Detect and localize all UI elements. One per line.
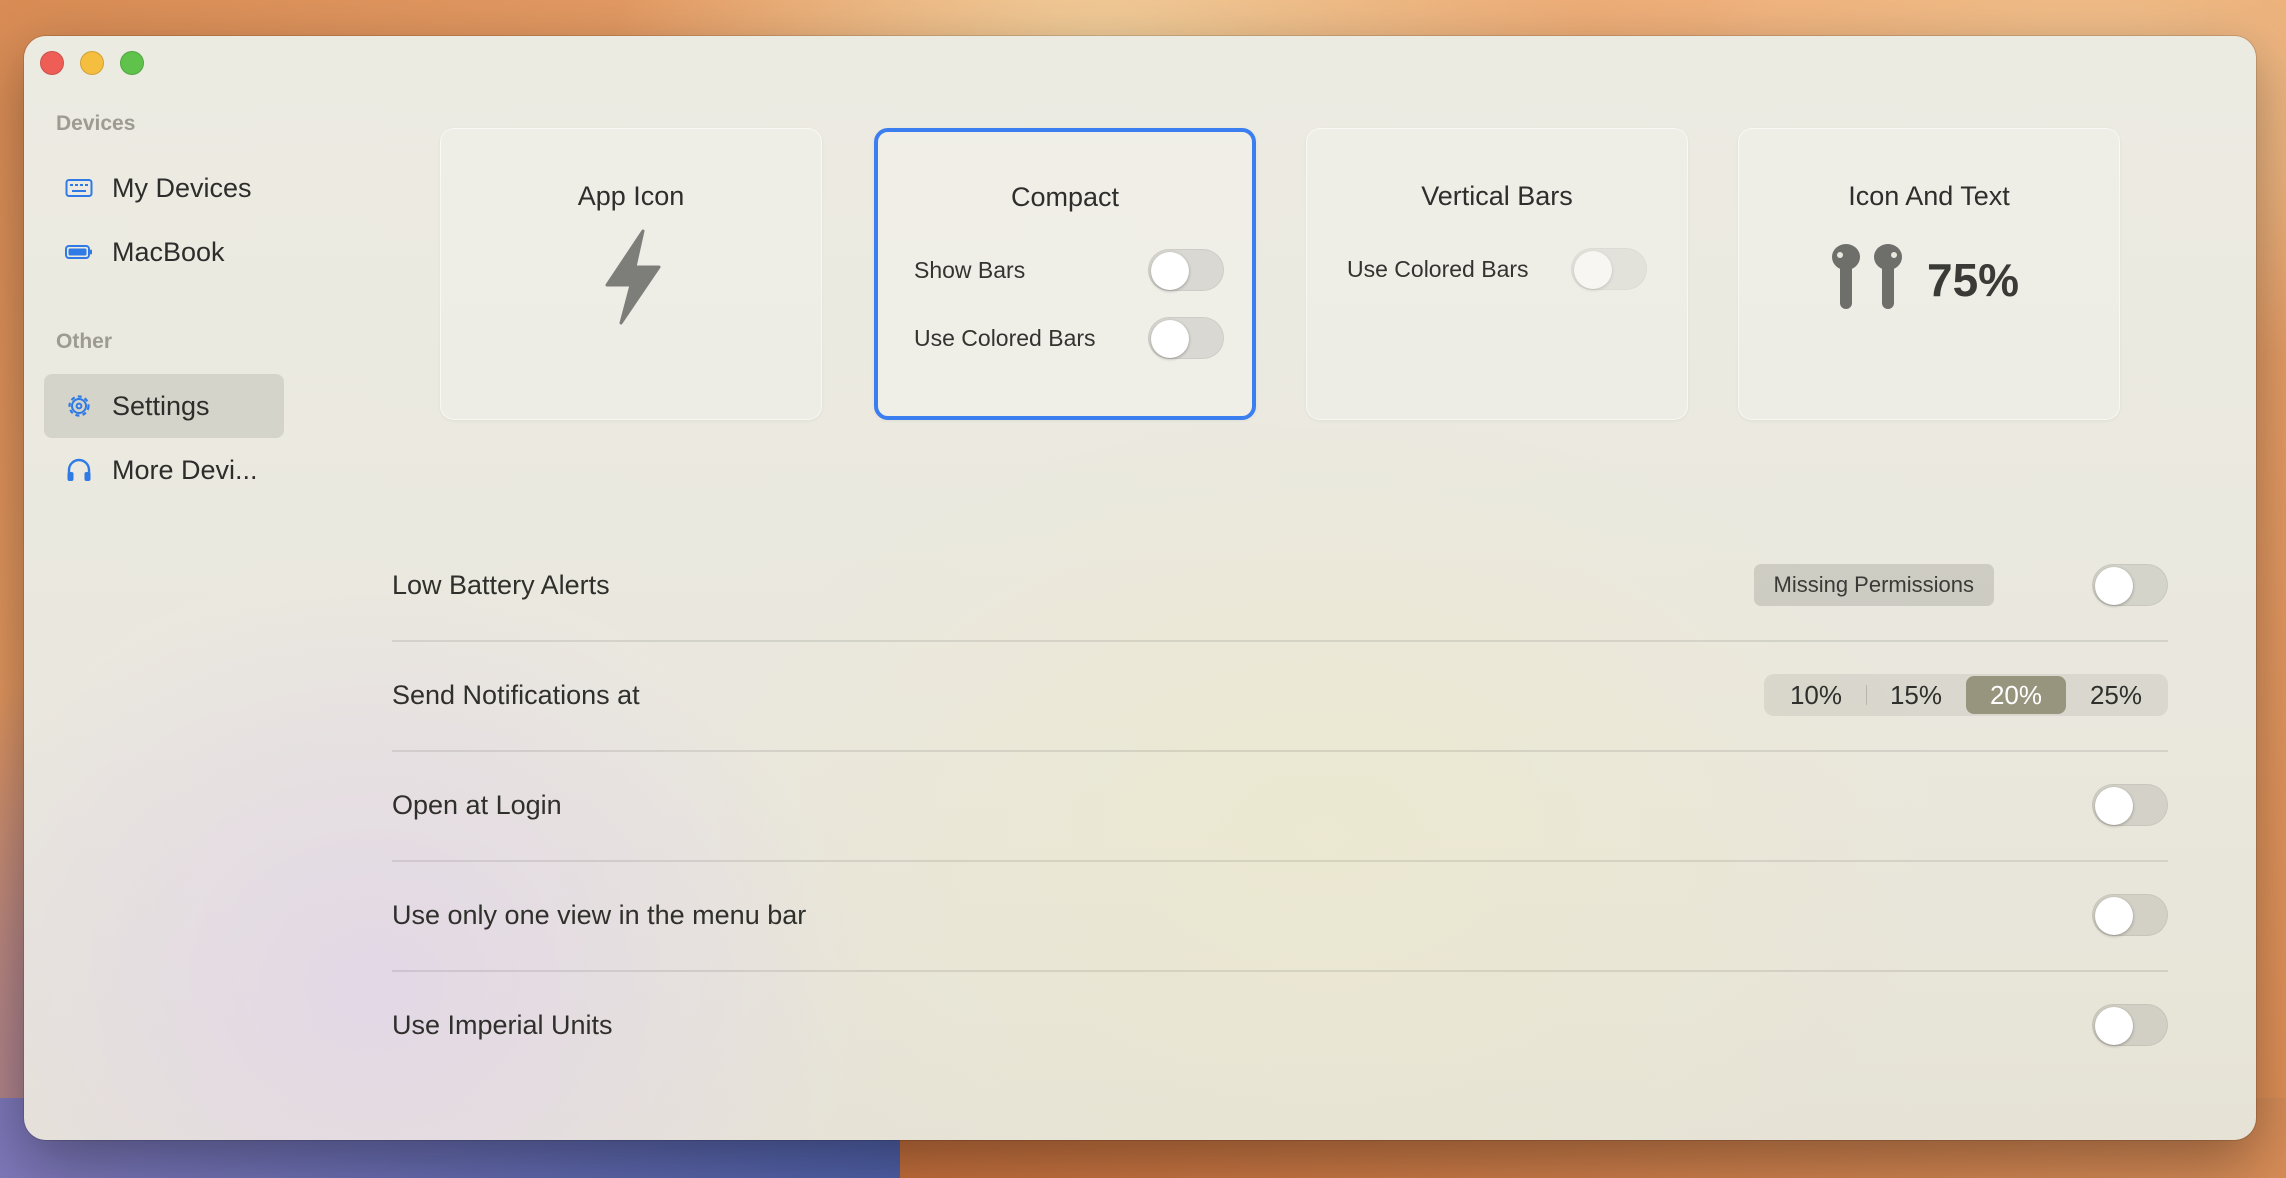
- sidebar-section-title: Devices: [56, 112, 136, 135]
- card-option-row: Show Bars: [914, 248, 1224, 292]
- sidebar-item-macbook[interactable]: MacBook: [44, 220, 284, 284]
- option-label: Show Bars: [914, 256, 1026, 283]
- vertical-colored-bars-toggle[interactable]: [1571, 248, 1647, 290]
- low-battery-alerts-toggle[interactable]: [2092, 564, 2168, 606]
- missing-permissions-badge[interactable]: Missing Permissions: [1753, 564, 1994, 606]
- setting-row-open-at-login: Open at Login: [392, 750, 2168, 860]
- app-window: Devices My Devices MacBook Other Setting…: [24, 36, 2256, 1140]
- setting-label: Use only one view in the menu bar: [392, 899, 807, 930]
- battery-percent-text: 75%: [1927, 253, 2020, 306]
- sidebar-item-label: MacBook: [112, 236, 225, 267]
- segment-10-percent[interactable]: 10%: [1766, 676, 1866, 714]
- setting-row-imperial-units: Use Imperial Units: [392, 970, 2168, 1080]
- one-view-menu-bar-toggle[interactable]: [2092, 894, 2168, 936]
- lightning-bolt-icon: [597, 227, 669, 332]
- card-title: Vertical Bars: [1421, 181, 1573, 211]
- card-title: App Icon: [577, 181, 685, 211]
- keyboard-icon: [64, 173, 94, 203]
- sidebar-item-label: Settings: [112, 390, 210, 421]
- airpods-icon: [1829, 241, 1905, 318]
- setting-row-one-view: Use only one view in the menu bar: [392, 860, 2168, 970]
- use-colored-bars-toggle[interactable]: [1148, 317, 1224, 359]
- option-label: Use Colored Bars: [1347, 255, 1529, 282]
- setting-label: Low Battery Alerts: [392, 569, 610, 600]
- battery-icon: [64, 237, 94, 267]
- sidebar-item-settings[interactable]: Settings: [44, 374, 284, 438]
- notification-threshold-segmented-control: 10% 15% 20% 25%: [1764, 674, 2168, 716]
- style-card-icon-and-text[interactable]: Icon And Text 75%: [1738, 128, 2120, 420]
- setting-controls: Missing Permissions: [1753, 564, 2168, 606]
- style-card-app-icon[interactable]: App Icon: [440, 128, 822, 420]
- imperial-units-toggle[interactable]: [2092, 1004, 2168, 1046]
- open-at-login-toggle[interactable]: [2092, 784, 2168, 826]
- headphones-icon: [64, 455, 94, 485]
- setting-row-send-notifications: Send Notifications at 10% 15% 20% 25%: [392, 640, 2168, 750]
- show-bars-toggle[interactable]: [1148, 249, 1224, 291]
- segment-15-percent[interactable]: 15%: [1866, 676, 1966, 714]
- setting-label: Send Notifications at: [392, 679, 640, 710]
- segment-25-percent[interactable]: 25%: [2066, 676, 2166, 714]
- setting-label: Use Imperial Units: [392, 1009, 613, 1040]
- card-option-row: Use Colored Bars: [1347, 247, 1647, 291]
- card-title: Compact: [1010, 182, 1120, 212]
- segment-20-percent[interactable]: 20%: [1966, 676, 2066, 714]
- style-card-compact[interactable]: Compact Show Bars Use Colored Bars: [874, 128, 1256, 420]
- sidebar-item-my-devices[interactable]: My Devices: [44, 156, 284, 220]
- style-card-vertical-bars[interactable]: Vertical Bars Use Colored Bars: [1306, 128, 1688, 420]
- option-label: Use Colored Bars: [914, 324, 1096, 351]
- card-option-row: Use Colored Bars: [914, 316, 1224, 360]
- setting-label: Open at Login: [392, 789, 562, 820]
- sidebar-item-more-devices[interactable]: More Devi...: [44, 438, 284, 502]
- sidebar: Devices My Devices MacBook Other Setting…: [24, 36, 304, 1140]
- sidebar-item-label: My Devices: [112, 172, 252, 203]
- setting-row-low-battery-alerts: Low Battery Alerts Missing Permissions: [392, 530, 2168, 640]
- sidebar-item-label: More Devi...: [112, 454, 258, 485]
- icon-and-text-preview: 75%: [1829, 241, 2019, 318]
- gear-icon: [64, 391, 94, 421]
- sidebar-section-title: Other: [56, 330, 113, 353]
- card-title: Icon And Text: [1848, 181, 2010, 211]
